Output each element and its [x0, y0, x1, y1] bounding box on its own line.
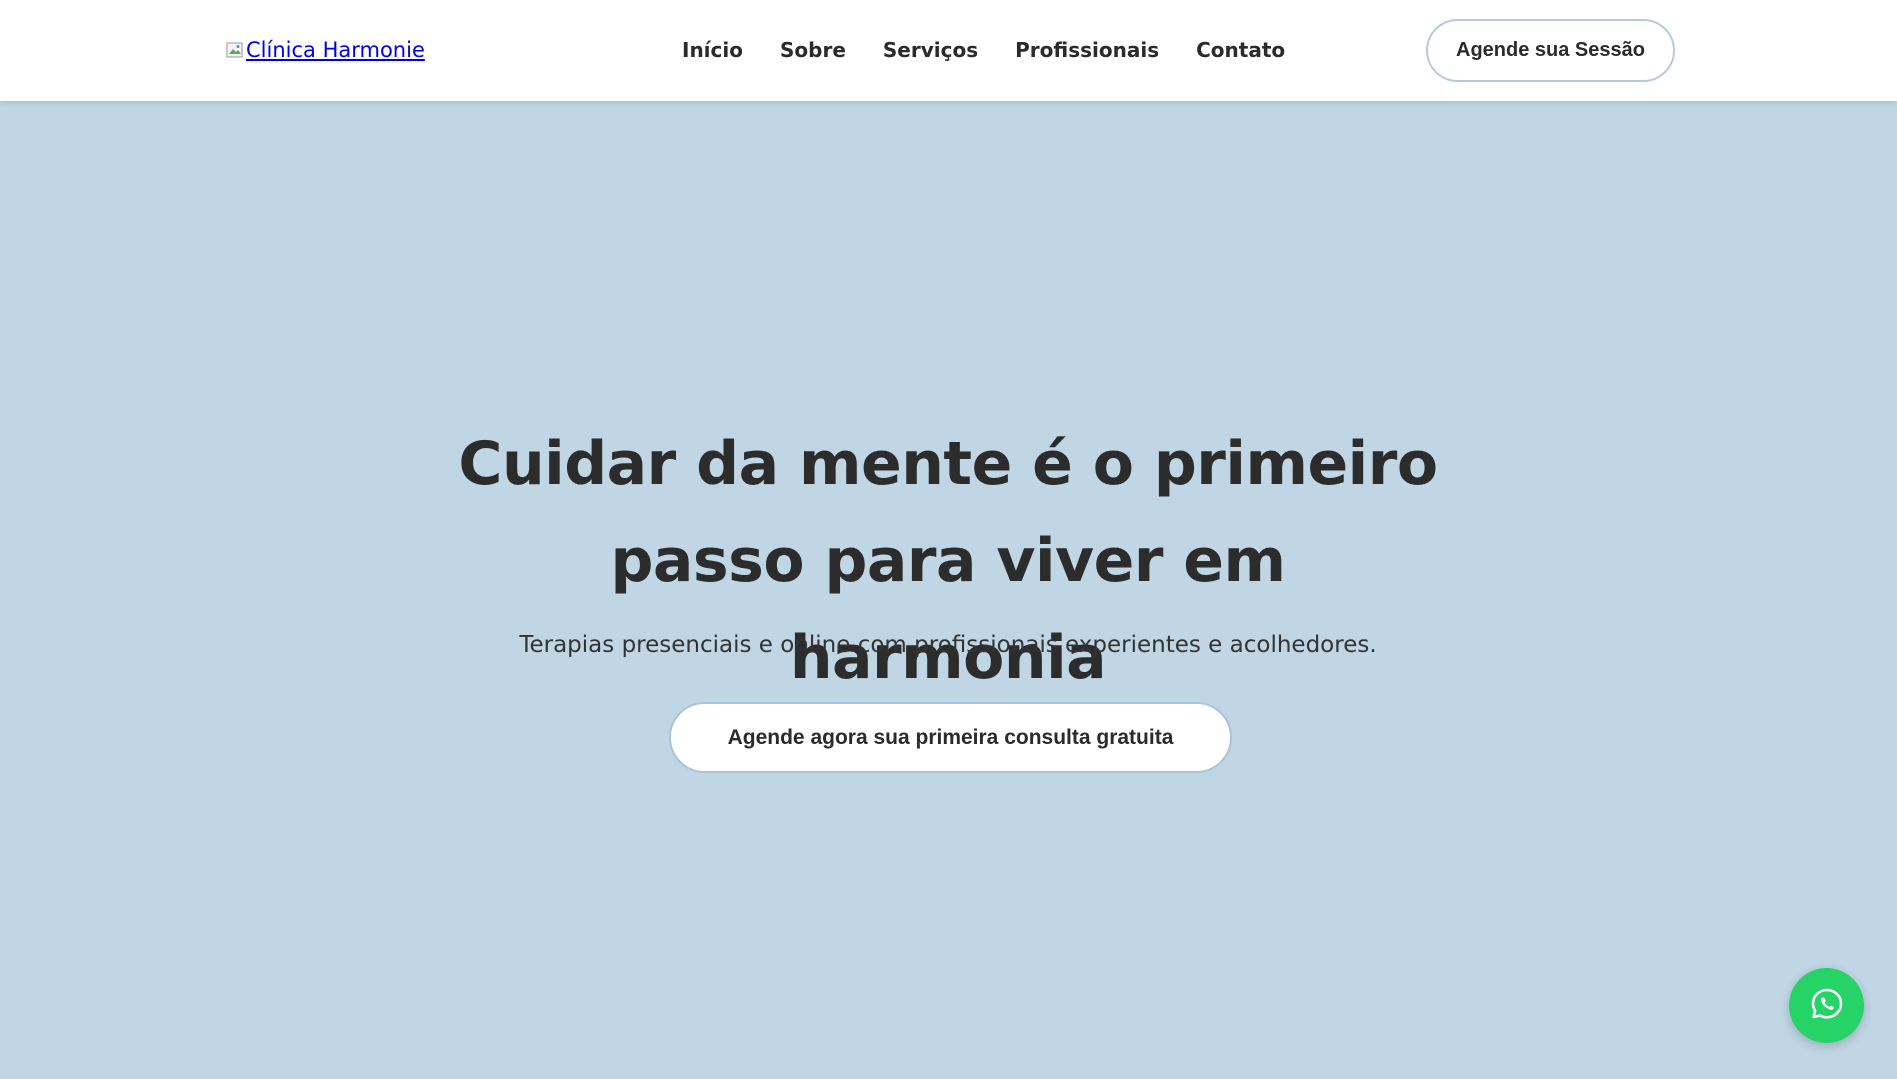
site-header: Clínica Harmonie Início Sobre Serviços P… [0, 0, 1897, 101]
broken-image-icon [226, 41, 244, 59]
logo-link[interactable]: Clínica Harmonie [226, 38, 425, 62]
hero-title: Cuidar da mente é o primeiro passo para … [448, 416, 1448, 707]
logo-alt-text: Clínica Harmonie [246, 38, 425, 62]
hero-title-line-1: Cuidar da mente é o primeiro [458, 429, 1438, 499]
nav-item-inicio[interactable]: Início [682, 35, 743, 65]
nav-item-contato[interactable]: Contato [1196, 35, 1285, 65]
whatsapp-icon [1809, 986, 1845, 1026]
hero-title-line-2: passo para viver em harmonia [610, 526, 1286, 693]
free-consultation-button[interactable]: Agende agora sua primeira consulta gratu… [669, 702, 1232, 773]
schedule-session-button[interactable]: Agende sua Sessão [1426, 19, 1675, 82]
nav-item-profissionais[interactable]: Profissionais [1015, 35, 1159, 65]
whatsapp-button[interactable] [1789, 968, 1864, 1043]
nav-item-sobre[interactable]: Sobre [780, 35, 846, 65]
main-nav: Início Sobre Serviços Profissionais Cont… [682, 35, 1322, 65]
hero-subtitle: Terapias presenciais e online com profis… [519, 632, 1377, 658]
hero-section: Cuidar da mente é o primeiro passo para … [0, 101, 1897, 1079]
nav-item-servicos[interactable]: Serviços [883, 35, 978, 65]
